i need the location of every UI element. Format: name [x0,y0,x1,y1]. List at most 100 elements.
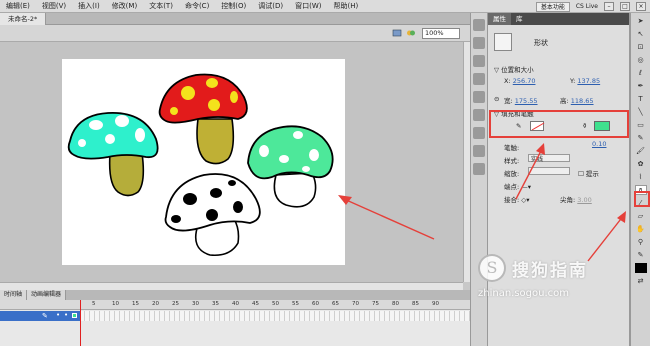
edit-bar: 100% [0,25,470,42]
menu-edit[interactable]: 编辑(E) [0,1,36,11]
frame-number: 30 [192,301,199,307]
section-position-size[interactable]: ▽ 位置和大小 [488,65,630,75]
miter-value[interactable]: 3.00 [577,196,591,204]
frame-number: 5 [92,301,96,307]
stroke-width-value[interactable]: 0.10 [592,140,606,148]
timeline-header: 5 10 15 20 25 30 35 40 45 50 55 60 65 70… [0,300,470,310]
subselection-tool-icon[interactable]: ↖ [635,29,647,39]
text-tool-icon[interactable]: T [635,94,647,104]
red-mushroom[interactable] [158,73,248,165]
free-transform-icon[interactable]: ⊡ [635,42,647,52]
workspace-select[interactable]: 基本功能 [535,1,570,12]
menu-debug[interactable]: 调试(D) [252,1,289,11]
transform-icon[interactable] [473,109,485,121]
playhead[interactable] [80,300,81,346]
components-icon[interactable] [473,127,485,139]
scene-icons [392,28,416,38]
menu-text[interactable]: 文本(T) [143,1,179,11]
cyan-mushroom[interactable] [67,112,159,197]
swatches-icon[interactable] [473,55,485,67]
deco-tool-icon[interactable]: ✿ [635,159,647,169]
align-icon[interactable] [473,91,485,103]
hand-tool-icon[interactable]: ✋ [635,224,647,234]
edit-scene-icon[interactable] [392,28,402,38]
frame-number: 55 [292,301,299,307]
pencil-tool-icon[interactable]: ✎ [635,133,647,143]
y-field[interactable]: Y: 137.85 [570,77,600,85]
minimize-button[interactable]: – [604,2,614,11]
bw-mushroom[interactable] [164,173,261,257]
menu-modify[interactable]: 修改(M) [106,1,144,11]
flash-window: 编辑(E) 视图(V) 插入(I) 修改(M) 文本(T) 命令(C) 控制(O… [0,0,650,346]
info-icon[interactable] [473,73,485,85]
dot-icon[interactable]: • [56,311,60,319]
library-icon[interactable] [473,19,485,31]
edit-symbol-icon[interactable] [406,28,416,38]
document-tab[interactable]: 未命名-2* [0,13,47,25]
x-value[interactable]: 256.70 [513,77,536,85]
motion-presets-icon[interactable] [473,145,485,157]
eraser-icon[interactable]: ▱ [635,211,647,221]
cs-live-button[interactable]: CS Live [576,3,598,10]
rectangle-tool-icon[interactable]: ▭ [635,120,647,130]
frame-number: 15 [132,301,139,307]
height-field[interactable]: 高: 118.65 [560,95,594,105]
tab-motion-editor[interactable]: 动画编辑器 [27,290,67,300]
menu-commands[interactable]: 命令(C) [179,1,215,11]
dot-icon[interactable]: • [64,311,68,319]
x-field[interactable]: X: 256.70 [504,77,535,85]
history-icon[interactable] [473,163,485,175]
zoom-tool-icon[interactable]: ⚲ [635,237,647,247]
width-value[interactable]: 175.55 [515,97,538,105]
width-field[interactable]: 宽: 175.55 [504,95,538,105]
pen-tool-icon[interactable]: ✒ [635,81,647,91]
menu-control[interactable]: 控制(O) [215,1,252,11]
frame-number: 90 [432,301,439,307]
watermark-text: 搜狗指南 [512,261,588,281]
brush-tool-icon[interactable]: 🖌 [635,146,647,156]
color-icon[interactable] [473,37,485,49]
height-value[interactable]: 118.65 [571,97,594,105]
mushroom-drawing [67,73,334,257]
selection-tool-icon[interactable]: ➤ [635,16,647,26]
frame-number: 50 [272,301,279,307]
tab-properties[interactable]: 属性 [488,13,511,25]
selected-layer[interactable]: ✎ • • [0,311,80,321]
highlight-box-fill [489,110,629,138]
properties-tabs: 属性 库 [488,13,629,25]
object-type-label: 形状 [534,39,548,47]
tab-timeline[interactable]: 时间轴 [0,290,28,300]
stage-area [0,42,463,282]
timeline-tabs: 时间轴 动画编辑器 [0,290,470,300]
lock-icon[interactable]: ⊝ [494,95,499,103]
frame-number: 70 [352,301,359,307]
close-button[interactable]: × [636,2,646,11]
menu-window[interactable]: 窗口(W) [289,1,327,11]
menu-help[interactable]: 帮助(H) [328,1,365,11]
watermark-url: zhinan.sogou.com [478,288,570,299]
horizontal-scrollbar[interactable] [0,282,463,290]
menu-insert[interactable]: 插入(I) [72,1,106,11]
frame-cells[interactable] [80,311,470,321]
maximize-button[interactable]: □ [620,2,630,11]
bone-tool-icon[interactable]: ⌇ [635,172,647,182]
zoom-select[interactable]: 100% [422,28,460,39]
line-tool-icon[interactable]: ╲ [635,107,647,117]
y-value[interactable]: 137.85 [577,77,600,85]
frame-number: 45 [252,301,259,307]
outline-icon[interactable] [72,313,77,318]
timeline-panel: 5 10 15 20 25 30 35 40 45 50 55 60 65 70… [0,300,470,346]
tab-library[interactable]: 库 [511,13,528,25]
vertical-scrollbar[interactable] [463,42,470,282]
menu-view[interactable]: 视图(V) [36,1,72,11]
miter-row: 尖角: 3.00 [560,196,592,204]
menu-bar: 编辑(E) 视图(V) 插入(I) 修改(M) 文本(T) 命令(C) 控制(O… [0,0,650,13]
stage-canvas[interactable] [62,59,345,265]
lasso-tool-icon[interactable]: ℓ [635,68,647,78]
hint-checkbox[interactable]: ☐ 提示 [578,168,599,178]
frame-number: 20 [152,301,159,307]
green-mushroom[interactable] [247,125,334,208]
pencil-icon: ✎ [42,312,48,320]
3d-rotation-icon[interactable]: ◎ [635,55,647,65]
frame-number: 25 [172,301,179,307]
